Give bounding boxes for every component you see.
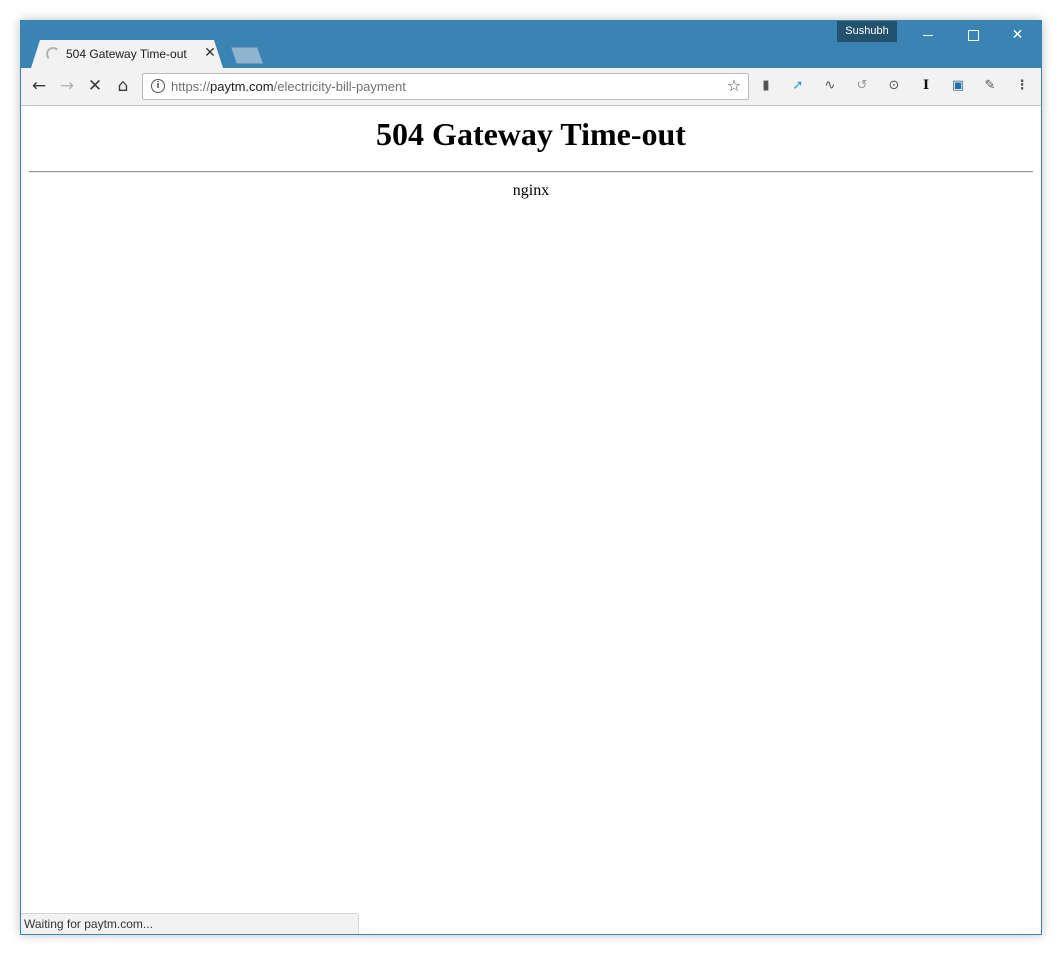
url-scheme: https:// xyxy=(171,79,211,94)
address-bar[interactable]: i https://paytm.com/electricity-bill-pay… xyxy=(142,73,749,100)
browser-toolbar: ← → ✕ ⌂ i https://paytm.com/electricity-… xyxy=(21,68,1041,106)
server-name: nginx xyxy=(512,182,550,199)
new-tab-button[interactable] xyxy=(231,47,263,64)
page-content: 504 Gateway Time-out nginx Waiting for p… xyxy=(21,106,1041,934)
home-icon[interactable]: ⌂ xyxy=(111,74,135,98)
tab-title: 504 Gateway Time-out xyxy=(66,47,187,61)
status-bubble: Waiting for paytm.com... xyxy=(21,913,359,934)
visual-extension-icon[interactable]: ✎ xyxy=(981,77,999,95)
tab-close-icon[interactable]: ✕ xyxy=(202,44,218,62)
stop-loading-icon[interactable]: ✕ xyxy=(83,74,107,98)
url-path: /electricity-bill-payment xyxy=(273,79,406,94)
close-window-button[interactable]: ✕ xyxy=(995,21,1040,50)
bookmark-star-icon[interactable]: ☆ xyxy=(725,76,743,96)
instapaper-extension-icon[interactable]: I xyxy=(917,77,935,95)
tab-active[interactable]: 504 Gateway Time-out ✕ xyxy=(31,40,223,68)
send-arrow-extension-icon[interactable]: ➚ xyxy=(789,77,807,95)
maximize-button[interactable] xyxy=(950,21,995,50)
bookmark-extension-icon[interactable]: ▮ xyxy=(757,77,775,95)
password-key-extension-icon[interactable]: ⊙ xyxy=(885,77,903,95)
title-bar: 504 Gateway Time-out ✕ Sushubh ✕ xyxy=(21,21,1041,68)
page-title: 504 Gateway Time-out xyxy=(376,116,686,152)
history-extension-icon[interactable]: ↺ xyxy=(853,77,871,95)
image-extension-icon[interactable]: ▣ xyxy=(949,77,967,95)
minimize-button[interactable] xyxy=(905,21,950,50)
url-text[interactable]: https://paytm.com/electricity-bill-payme… xyxy=(171,79,406,94)
browser-window: 504 Gateway Time-out ✕ Sushubh ✕ ← → ✕ ⌂… xyxy=(20,20,1042,935)
url-host: paytm.com xyxy=(210,79,274,94)
divider xyxy=(29,171,1033,173)
activity-pulse-extension-icon[interactable]: ∿ xyxy=(821,77,839,95)
chrome-menu-icon[interactable]: ⋮ xyxy=(1013,77,1031,95)
back-arrow-icon[interactable]: ← xyxy=(27,74,51,98)
site-info-icon[interactable]: i xyxy=(151,79,165,93)
loading-spinner-icon xyxy=(46,47,60,61)
forward-arrow-icon[interactable]: → xyxy=(55,74,79,98)
profile-button[interactable]: Sushubh xyxy=(837,21,897,42)
